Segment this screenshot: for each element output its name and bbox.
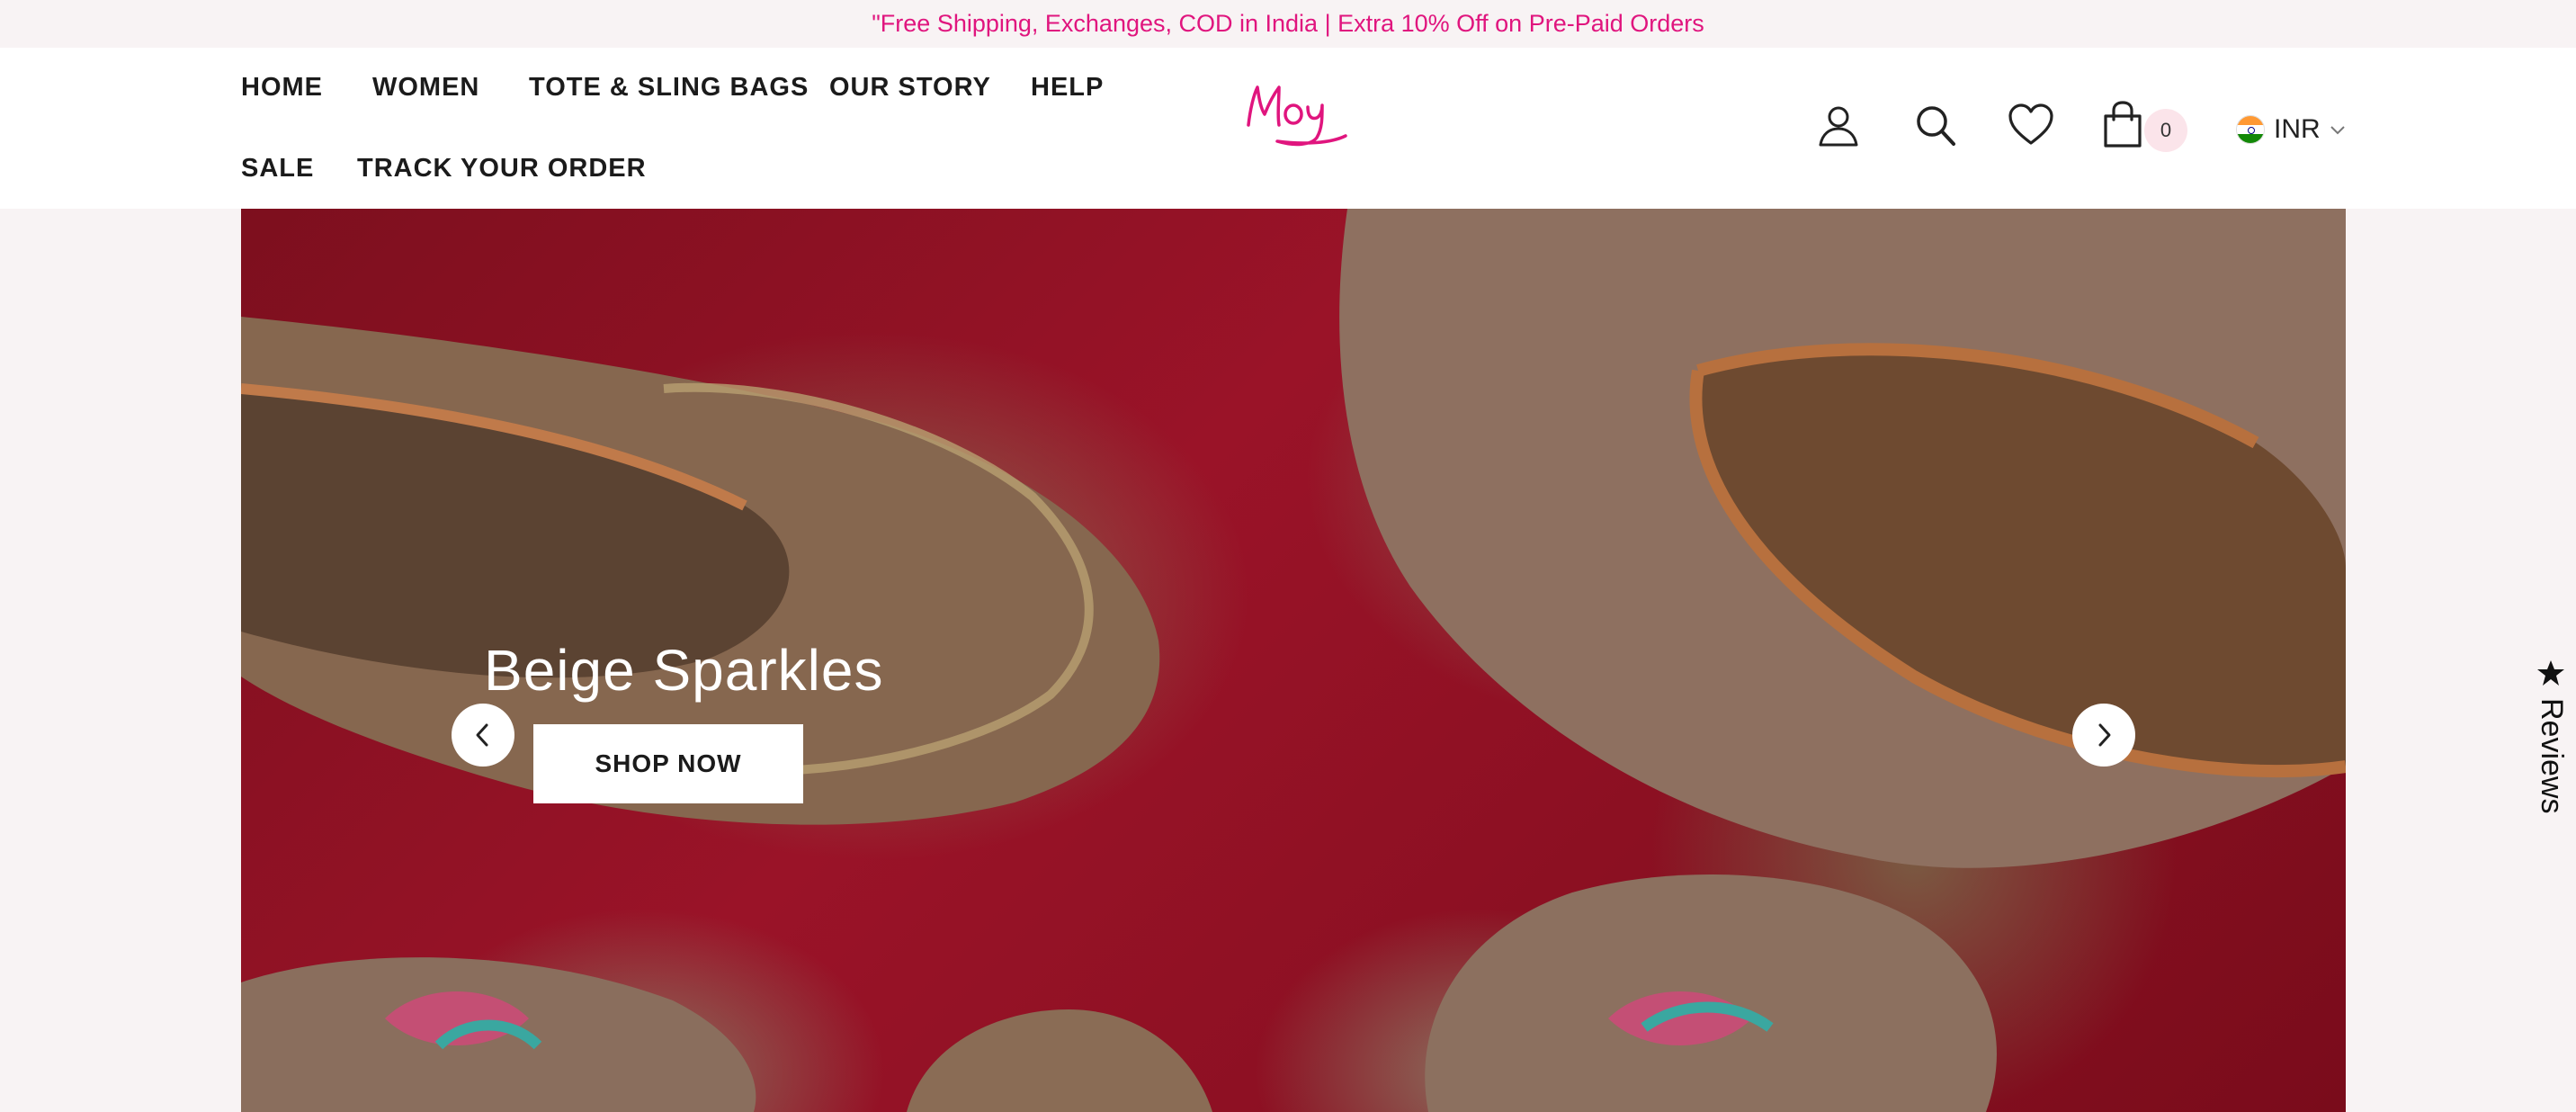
reviews-label: Reviews xyxy=(2535,698,2569,814)
currency-selector[interactable]: INR xyxy=(2236,107,2346,152)
announcement-text: "Free Shipping, Exchanges, COD in India … xyxy=(872,10,1704,37)
nav-tote-sling-bags[interactable]: TOTE & SLING BAGS xyxy=(529,73,809,103)
cart-count-badge[interactable]: 0 xyxy=(2144,109,2187,152)
currency-code: INR xyxy=(2274,114,2321,144)
nav-sale[interactable]: SALE xyxy=(241,154,314,184)
chevron-down-icon xyxy=(2330,126,2345,135)
india-flag-icon xyxy=(2236,115,2265,144)
shop-now-button[interactable]: SHOP NOW xyxy=(533,724,803,803)
chevron-left-icon xyxy=(476,723,488,747)
hero-title: Beige Sparkles xyxy=(484,638,884,703)
nav-women[interactable]: WOMEN xyxy=(372,73,479,103)
nav-track-order[interactable]: TRACK YOUR ORDER xyxy=(357,154,647,184)
hero-banner: Beige Sparkles SHOP NOW xyxy=(241,209,2346,1112)
brand-logo[interactable] xyxy=(1241,73,1353,150)
search-icon[interactable] xyxy=(1914,103,1957,153)
account-icon[interactable] xyxy=(1817,103,1860,153)
cart-count: 0 xyxy=(2160,119,2172,141)
announcement-bar: "Free Shipping, Exchanges, COD in India … xyxy=(0,0,2576,48)
nav-help[interactable]: HELP xyxy=(1031,73,1104,103)
nav-our-story[interactable]: OUR STORY xyxy=(829,73,991,103)
cart-bag-icon[interactable] xyxy=(2103,100,2142,153)
nav-home[interactable]: HOME xyxy=(241,73,323,103)
carousel-next-button[interactable] xyxy=(2072,704,2135,767)
star-icon xyxy=(2537,660,2564,686)
wishlist-heart-icon[interactable] xyxy=(2008,103,2054,151)
site-header: HOME WOMEN TOTE & SLING BAGS OUR STORY H… xyxy=(0,48,2576,209)
chevron-right-icon xyxy=(2098,723,2111,747)
reviews-side-tab[interactable]: Reviews xyxy=(2529,659,2571,821)
carousel-prev-button[interactable] xyxy=(452,704,514,767)
